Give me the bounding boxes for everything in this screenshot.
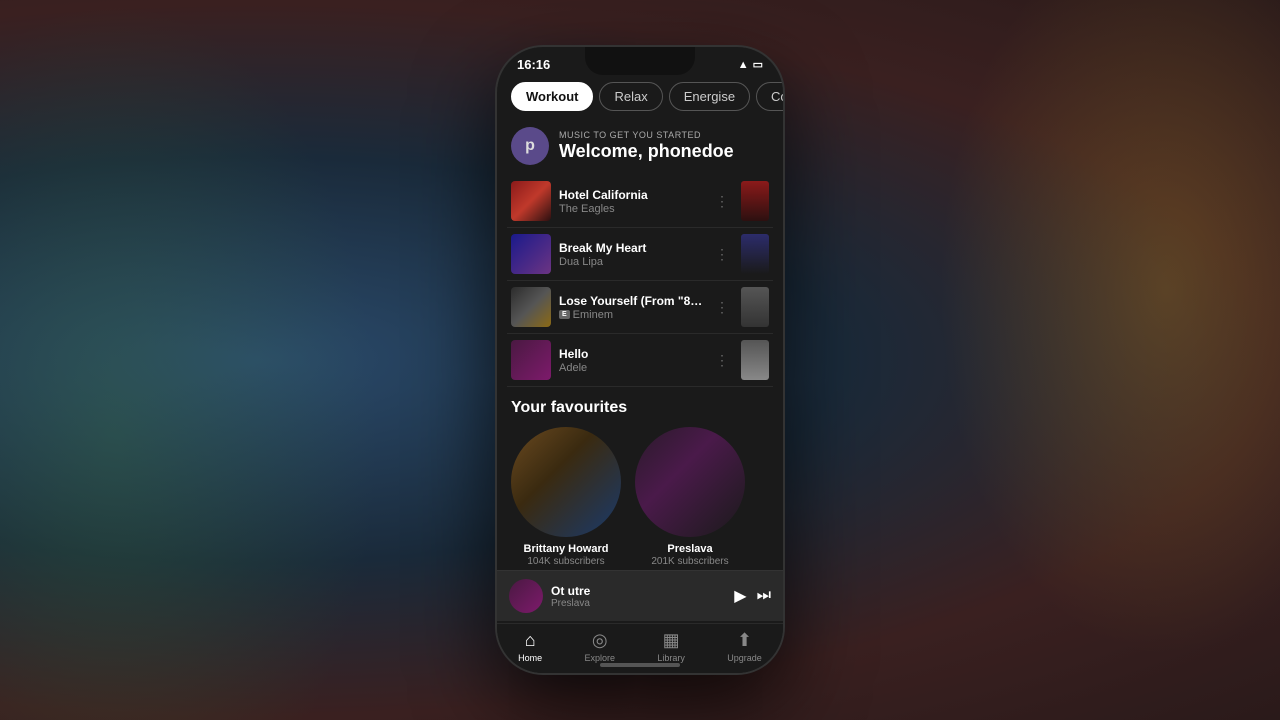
mini-player-thumbnail [509, 579, 543, 613]
song-info: Break My Heart Dua Lipa [559, 241, 703, 268]
song-info: Lose Yourself (From "8 Mile" Soundtrack)… [559, 294, 703, 321]
list-item[interactable]: Preslava 201K subscribers [635, 427, 745, 567]
song-thumbnail [511, 234, 551, 274]
avatar: p [511, 127, 549, 165]
nav-label-home: Home [518, 653, 542, 663]
list-item[interactable]: Lose Yourself (From "8 Mile" Soundtrack)… [507, 281, 773, 334]
mini-player-artist: Preslava [551, 598, 726, 609]
list-item[interactable]: Hello Adele ⋮ [507, 334, 773, 387]
sidebar-item-library[interactable]: ▦ Library [657, 630, 685, 663]
explicit-badge: E [559, 310, 570, 319]
library-icon: ▦ [663, 630, 680, 651]
song-list: Hotel California The Eagles ⋮ Break My H… [497, 175, 783, 387]
song-title: Break My Heart [559, 241, 703, 255]
upgrade-icon: ⬆ [737, 630, 752, 651]
song-mini-thumb [741, 340, 769, 380]
mini-player-title: Ot utre [551, 584, 726, 598]
home-icon: ⌂ [525, 630, 536, 651]
song-artist: Dua Lipa [559, 256, 703, 268]
song-title: Hello [559, 347, 703, 361]
list-item[interactable]: Hotel California The Eagles ⋮ [507, 175, 773, 228]
song-mini-thumb [741, 287, 769, 327]
artist-subscribers: 104K subscribers [511, 556, 621, 567]
song-thumbnail [511, 181, 551, 221]
song-title: Hotel California [559, 188, 703, 202]
song-info: Hotel California The Eagles [559, 188, 703, 215]
nav-label-upgrade: Upgrade [727, 653, 762, 663]
song-mini-thumb [741, 234, 769, 274]
nav-label-library: Library [657, 653, 685, 663]
bg-left-decoration [0, 0, 380, 720]
mini-player-controls: ▶ ⏭ [734, 586, 771, 606]
mini-player[interactable]: Ot utre Preslava ▶ ⏭ [497, 570, 783, 621]
sidebar-item-explore[interactable]: ◎ Explore [585, 630, 616, 663]
phone-shell: 16:16 ▲ ▭ Workout Relax Energise Commute… [495, 45, 785, 675]
play-icon[interactable]: ▶ [734, 586, 746, 606]
song-artist: Adele [559, 362, 703, 374]
explore-icon: ◎ [592, 630, 608, 651]
list-item[interactable]: Break My Heart Dua Lipa ⋮ [507, 228, 773, 281]
mini-player-info: Ot utre Preslava [551, 584, 726, 609]
filter-tabs: Workout Relax Energise Commute [497, 76, 783, 119]
battery-icon: ▭ [753, 58, 763, 71]
artist-avatar [635, 427, 745, 537]
section-title: Your favourites [511, 399, 769, 417]
song-artist: The Eagles [559, 203, 703, 215]
sidebar-item-home[interactable]: ⌂ Home [518, 630, 542, 663]
nav-label-explore: Explore [585, 653, 616, 663]
tab-energise[interactable]: Energise [669, 82, 750, 111]
welcome-section: p MUSIC TO GET YOU STARTED Welcome, phon… [497, 119, 783, 175]
song-mini-thumb [741, 181, 769, 221]
artist-subscribers: 201K subscribers [635, 556, 745, 567]
status-icons: ▲ ▭ [738, 58, 763, 71]
welcome-subtitle: MUSIC TO GET YOU STARTED [559, 130, 734, 140]
sidebar-item-upgrade[interactable]: ⬆ Upgrade [727, 630, 762, 663]
artist-name: Brittany Howard [511, 543, 621, 555]
home-indicator [600, 663, 680, 667]
song-thumbnail [511, 340, 551, 380]
screen: 16:16 ▲ ▭ Workout Relax Energise Commute… [497, 47, 783, 673]
skip-next-icon[interactable]: ⏭ [757, 587, 771, 605]
song-info: Hello Adele [559, 347, 703, 374]
song-menu-button[interactable]: ⋮ [711, 246, 733, 263]
tab-workout[interactable]: Workout [511, 82, 593, 111]
bg-right-decoration [900, 0, 1280, 720]
phone-notch [585, 47, 695, 75]
welcome-text: MUSIC TO GET YOU STARTED Welcome, phoned… [559, 130, 734, 162]
welcome-title: Welcome, phonedoe [559, 141, 734, 162]
artist-name: Preslava [635, 543, 745, 555]
song-menu-button[interactable]: ⋮ [711, 352, 733, 369]
favourites-section: Your favourites Brittany Howard 104K sub… [497, 387, 783, 575]
favourites-row: Brittany Howard 104K subscribers Preslav… [511, 427, 769, 567]
status-time: 16:16 [517, 57, 550, 72]
tab-commute[interactable]: Commute [756, 82, 783, 111]
artist-avatar [511, 427, 621, 537]
song-menu-button[interactable]: ⋮ [711, 299, 733, 316]
tab-relax[interactable]: Relax [599, 82, 662, 111]
song-menu-button[interactable]: ⋮ [711, 193, 733, 210]
song-artist: E Eminem [559, 309, 703, 321]
song-title: Lose Yourself (From "8 Mile" Soundtrack) [559, 294, 703, 308]
list-item[interactable]: Brittany Howard 104K subscribers [511, 427, 621, 567]
wifi-icon: ▲ [738, 59, 749, 71]
song-thumbnail [511, 287, 551, 327]
